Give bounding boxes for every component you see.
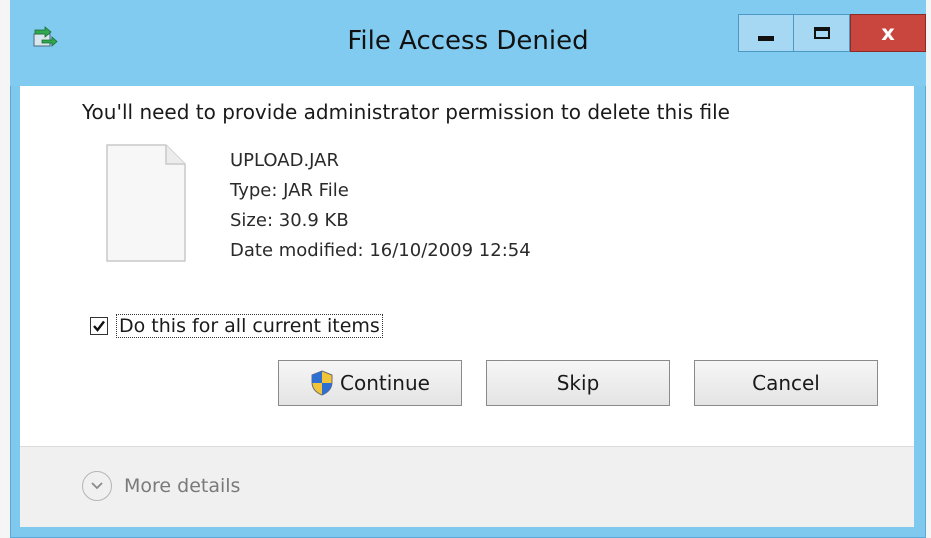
skip-button[interactable]: Skip [486, 360, 670, 406]
chevron-down-icon [91, 482, 103, 490]
skip-label: Skip [556, 371, 600, 395]
cancel-label: Cancel [752, 371, 820, 395]
more-details-toggle[interactable]: More details [82, 471, 240, 501]
minimize-button[interactable] [738, 14, 794, 52]
file-date-modified: Date modified: 16/10/2009 12:54 [230, 240, 531, 261]
continue-button[interactable]: Continue [278, 360, 462, 406]
maximize-button[interactable] [794, 14, 850, 52]
document-icon [106, 144, 186, 262]
close-icon: x [881, 20, 895, 45]
minimize-icon [758, 35, 774, 41]
dialog-footer: More details [20, 446, 914, 527]
title-bar[interactable]: File Access Denied x [10, 0, 926, 86]
more-details-label[interactable]: More details [124, 475, 240, 497]
continue-label: Continue [340, 371, 430, 395]
chevron-down-circle-icon[interactable] [82, 471, 112, 501]
apply-to-all-row[interactable]: Do this for all current items [90, 314, 383, 338]
file-name: UPLOAD.JAR [230, 150, 339, 171]
cancel-button[interactable]: Cancel [694, 360, 878, 406]
apply-to-all-label[interactable]: Do this for all current items [116, 314, 383, 338]
uac-shield-icon [311, 370, 333, 396]
file-size: Size: 30.9 KB [230, 210, 349, 231]
permission-message: You'll need to provide administrator per… [82, 100, 730, 124]
maximize-icon [813, 27, 830, 39]
apply-to-all-checkbox[interactable] [90, 317, 108, 335]
checkmark-icon [93, 320, 105, 332]
close-button[interactable]: x [850, 14, 926, 52]
dialog-content: You'll need to provide administrator per… [20, 86, 914, 446]
file-info: UPLOAD.JAR Type: JAR File Size: 30.9 KB … [230, 146, 531, 266]
dialog-window: File Access Denied x You'll need to prov… [10, 0, 926, 538]
file-type: Type: JAR File [230, 180, 349, 201]
